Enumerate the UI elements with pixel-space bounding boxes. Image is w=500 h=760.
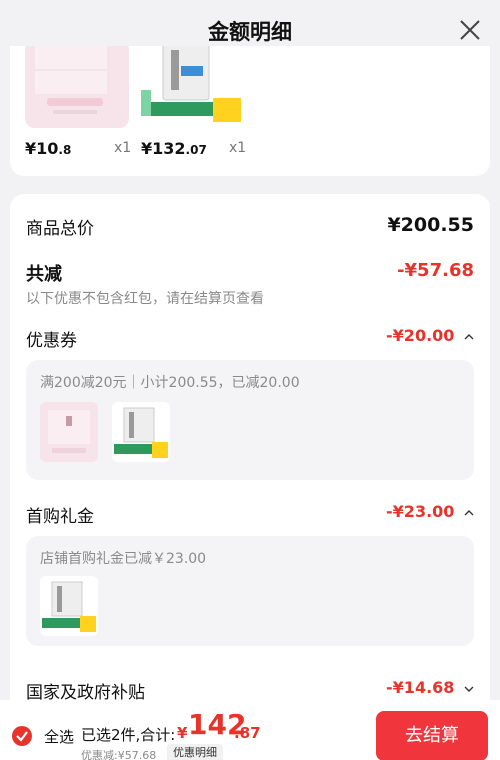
- pink-bag-icon: [40, 402, 98, 462]
- subsidy-value: -¥14.68: [386, 678, 455, 697]
- total-reduce-value: -¥57.68: [397, 260, 474, 281]
- first-gift-detail-box: 店铺首购礼金已减￥23.00: [26, 536, 474, 646]
- total-price-value: ¥200.55: [387, 214, 474, 236]
- price-int: ¥10: [25, 139, 59, 158]
- total-dec: .87: [234, 724, 261, 742]
- toothbrush-box-icon: [112, 402, 170, 462]
- first-gift-product: [40, 576, 98, 636]
- chevron-up-icon: [464, 333, 474, 339]
- first-gift-toggle[interactable]: -¥23.00: [386, 502, 474, 521]
- checkout-bar: 全选 已选2件,合计: ¥ 142 .87 优惠减:¥57.68 优惠明细 去结…: [0, 700, 500, 760]
- price-dec: .07: [185, 143, 207, 157]
- checkout-button[interactable]: 去结算: [376, 711, 488, 760]
- selected-count: 已选2件,合计:: [81, 726, 176, 744]
- total-currency: ¥: [177, 724, 188, 742]
- select-all-checkbox[interactable]: [12, 726, 32, 746]
- product-image-1[interactable]: [25, 46, 129, 128]
- coupon-detail: 满200减20元｜小计200.55，已减20.00: [40, 375, 300, 391]
- discount-note: 以下优惠不包含红包，请在结算页查看: [26, 291, 264, 307]
- first-gift-detail: 店铺首购礼金已减￥23.00: [40, 551, 207, 567]
- chevron-up-icon: [464, 509, 474, 515]
- toothbrush-box-icon: [40, 576, 98, 636]
- coupon-product-1: [40, 402, 98, 462]
- check-icon: [16, 731, 28, 742]
- product-price-2: ¥132.07: [141, 139, 207, 158]
- coupon-toggle[interactable]: -¥20.00: [386, 326, 474, 345]
- amount-detail-card: 商品总价 ¥200.55 共减 -¥57.68 以下优惠不包含红包，请在结算页查…: [10, 194, 490, 714]
- select-all-label[interactable]: 全选: [44, 726, 74, 747]
- price-dec: .8: [58, 143, 72, 157]
- product-qty-1: x1: [114, 140, 132, 156]
- chevron-down-icon: [464, 686, 474, 692]
- close-icon[interactable]: [458, 18, 482, 42]
- product-price-1: ¥10.8: [25, 139, 71, 158]
- coupon-detail-box: 满200减20元｜小计200.55，已减20.00: [26, 360, 474, 480]
- toothbrush-box-icon: [141, 46, 245, 128]
- first-gift-label: 首购礼金: [26, 507, 94, 527]
- product-qty-2: x1: [229, 140, 247, 156]
- coupon-product-2: [112, 402, 170, 462]
- price-int: ¥132: [141, 139, 186, 158]
- product-image-2[interactable]: [141, 46, 245, 128]
- total-reduce-label: 共减: [26, 264, 62, 285]
- discount-amount: 优惠减:¥57.68: [81, 749, 157, 760]
- subsidy-toggle[interactable]: -¥14.68: [386, 678, 474, 697]
- coupon-label: 优惠券: [26, 331, 77, 351]
- first-gift-value: -¥23.00: [386, 502, 455, 521]
- coupon-value: -¥20.00: [386, 326, 455, 345]
- total-price-label: 商品总价: [26, 219, 94, 239]
- pink-bag-icon: [25, 46, 129, 128]
- discount-detail-link[interactable]: 优惠明细: [167, 744, 223, 760]
- product-card: ¥10.8 x1 ¥132.07 x1: [10, 46, 490, 176]
- page-title: 金额明细: [208, 20, 292, 44]
